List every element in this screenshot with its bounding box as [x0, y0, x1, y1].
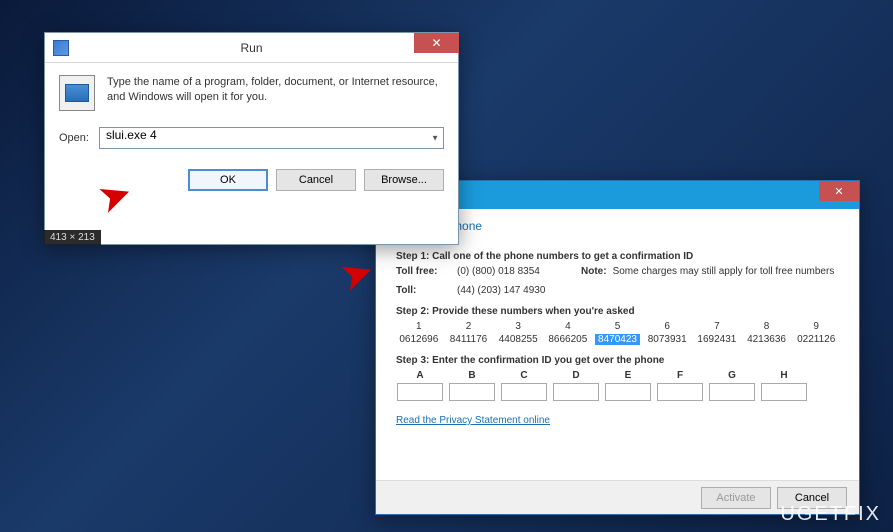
confirmation-id-input[interactable] [449, 383, 495, 401]
run-description: Type the name of a program, folder, docu… [107, 75, 444, 111]
toll-label: Toll: [396, 285, 451, 296]
step2-label: Step 2: Provide these numbers when you'r… [396, 306, 839, 317]
ok-button[interactable]: OK [188, 169, 268, 191]
run-body: Type the name of a program, folder, docu… [45, 63, 458, 119]
run-app-icon [53, 40, 69, 56]
browse-button[interactable]: Browse... [364, 169, 444, 191]
confirmation-id-block: C [500, 370, 548, 401]
cancel-button[interactable]: Cancel [276, 169, 356, 191]
tollfree-label: Toll free: [396, 266, 451, 277]
open-label: Open: [59, 132, 89, 144]
installation-id-block: 71692431 [694, 321, 740, 345]
step1-label: Step 1: Call one of the phone numbers to… [396, 251, 839, 262]
confirmation-id-grid: ABCDEFGH [396, 370, 839, 401]
tollfree-row: Toll free: (0) (800) 018 8354 Note: Some… [396, 266, 839, 277]
confirmation-id-block: G [708, 370, 756, 401]
confirmation-id-block: E [604, 370, 652, 401]
activation-content: Step 1: Call one of the phone numbers to… [376, 235, 859, 426]
confirmation-id-input[interactable] [397, 383, 443, 401]
confirmation-id-input[interactable] [553, 383, 599, 401]
step3-label: Step 3: Enter the confirmation ID you ge… [396, 355, 839, 366]
note-text: Some charges may still apply for toll fr… [613, 266, 835, 277]
confirmation-id-input[interactable] [501, 383, 547, 401]
run-title: Run [240, 41, 262, 55]
arrow-icon: ➤ [336, 249, 379, 299]
run-titlebar[interactable]: Run ✕ [45, 33, 458, 63]
privacy-link[interactable]: Read the Privacy Statement online [396, 415, 550, 426]
confirmation-id-input[interactable] [657, 383, 703, 401]
watermark: UGETFIX [780, 503, 881, 526]
confirmation-id-block: D [552, 370, 600, 401]
confirmation-id-block: F [656, 370, 704, 401]
chevron-down-icon[interactable]: ▼ [431, 134, 439, 143]
installation-id-block: 68073931 [644, 321, 690, 345]
note-label: Note: [581, 266, 607, 277]
close-button[interactable]: ✕ [819, 181, 859, 201]
toll-row: Toll: (44) (203) 147 4930 [396, 285, 839, 296]
installation-id-block: 10612696 [396, 321, 442, 345]
installation-id-block: 48666205 [545, 321, 591, 345]
installation-id-grid: 1061269628411176344082554866620558470423… [396, 321, 839, 345]
confirmation-id-input[interactable] [605, 383, 651, 401]
installation-id-block: 34408255 [495, 321, 541, 345]
tollfree-number: (0) (800) 018 8354 [457, 266, 567, 277]
run-input-row: Open: slui.exe 4 ▼ [45, 119, 458, 157]
confirmation-id-block: B [448, 370, 496, 401]
dimension-badge: 413 × 213 [44, 230, 101, 245]
close-button[interactable]: ✕ [414, 33, 459, 53]
installation-id-block: 28411176 [446, 321, 492, 345]
run-icon [59, 75, 95, 111]
installation-id-block: 84213636 [744, 321, 790, 345]
open-input-value: slui.exe 4 [106, 128, 157, 142]
installation-id-block: 90221126 [793, 321, 839, 345]
confirmation-id-input[interactable] [709, 383, 755, 401]
toll-number: (44) (203) 147 4930 [457, 285, 567, 296]
confirmation-id-block: A [396, 370, 444, 401]
installation-id-block: 58470423 [595, 321, 641, 345]
activate-button[interactable]: Activate [701, 487, 771, 509]
confirmation-id-block: H [760, 370, 808, 401]
confirmation-id-input[interactable] [761, 383, 807, 401]
open-combobox[interactable]: slui.exe 4 ▼ [99, 127, 444, 149]
